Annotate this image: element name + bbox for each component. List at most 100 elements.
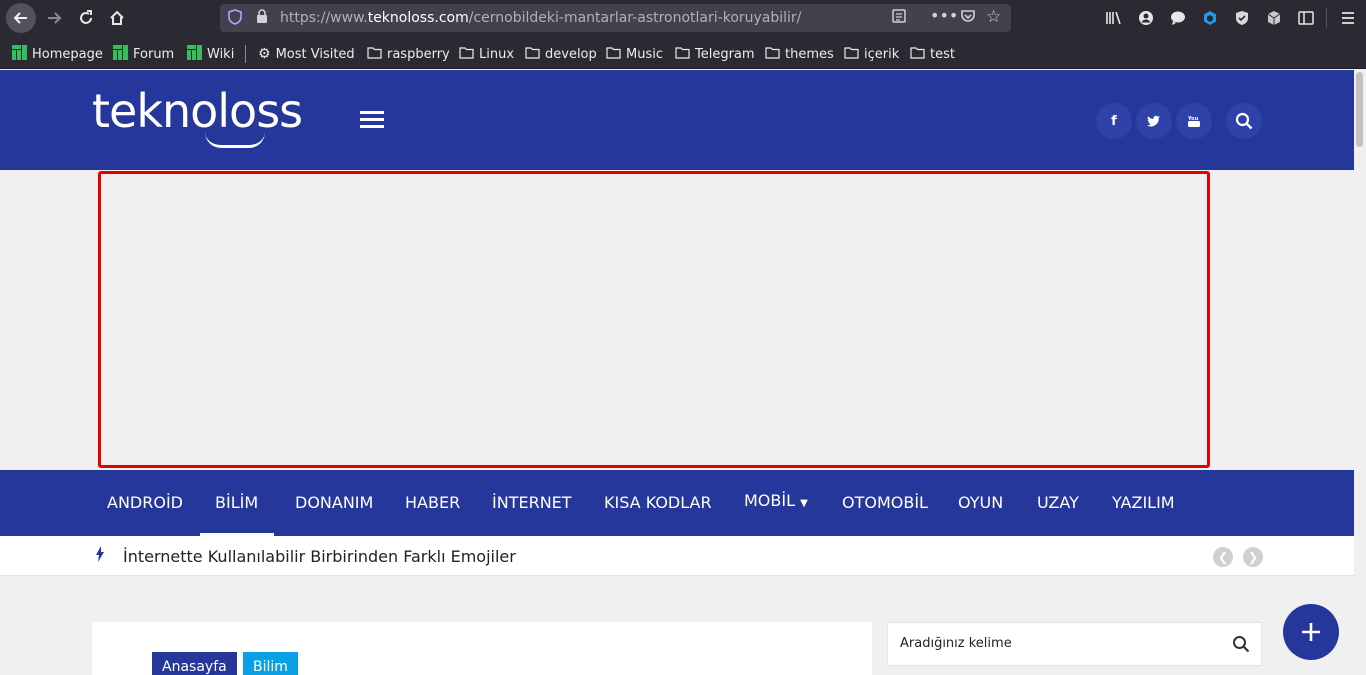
bookmark-label: Wiki (207, 46, 235, 62)
folder-icon (525, 46, 540, 63)
chat-bubble-icon (1171, 11, 1185, 25)
nav-item-uzay[interactable]: UZAY (1037, 493, 1079, 512)
more-actions-icon[interactable]: ••• (930, 6, 958, 25)
nav-item-kisa-kodlar[interactable]: KISA KODLAR (604, 493, 712, 512)
bookmark-folder-test[interactable]: test (910, 45, 955, 63)
bookmark-label: Forum (133, 46, 175, 62)
nav-item-bilim[interactable]: BİLİM (215, 493, 258, 512)
home-button[interactable] (103, 5, 131, 31)
bookmark-wiki[interactable]: Wiki (187, 44, 235, 63)
bookmark-label: Telegram (695, 46, 755, 62)
shield-icon[interactable] (228, 9, 242, 29)
bookmarks-bar: Homepage Forum Wiki ⚙ Most Visited raspb… (0, 37, 1366, 69)
bookmark-most-visited[interactable]: ⚙ Most Visited (258, 45, 355, 63)
ticker-next-icon[interactable]: ❯ (1243, 547, 1263, 567)
search-icon[interactable] (1232, 635, 1250, 657)
hamburger-icon (1342, 12, 1354, 24)
caret-down-icon: ▼ (800, 498, 808, 509)
nav-item-label: MOBİL (744, 491, 796, 510)
web-page: teknoloss f You ANDROİD BİLİM DONANIM HA… (0, 70, 1354, 675)
scrollbar-thumb[interactable] (1356, 72, 1363, 147)
cube-icon (1267, 11, 1281, 25)
menu-toggle-icon[interactable] (360, 111, 384, 132)
nav-item-oyun[interactable]: OYUN (958, 493, 1003, 512)
account-button[interactable] (1132, 5, 1160, 31)
adblock-button[interactable] (1228, 5, 1256, 31)
back-button[interactable] (6, 3, 36, 33)
sidebar-search-box (887, 622, 1262, 666)
reload-button[interactable] (72, 5, 100, 31)
manjaro-icon (113, 44, 128, 64)
folder-icon (675, 46, 690, 63)
facebook-icon[interactable]: f (1096, 103, 1132, 139)
sidebar-search-input[interactable] (900, 636, 1220, 651)
chat-extension-button[interactable] (1164, 5, 1192, 31)
bookmark-folder-develop[interactable]: develop (525, 45, 597, 63)
reader-view-icon[interactable] (892, 9, 906, 27)
bookmark-homepage[interactable]: Homepage (12, 44, 103, 63)
folder-icon (844, 46, 859, 63)
library-icon (1106, 11, 1121, 25)
cube-extension-button[interactable] (1260, 5, 1288, 31)
bookmark-label: Music (626, 46, 663, 62)
arrow-left-icon (13, 12, 27, 24)
bookmark-label: themes (785, 46, 834, 62)
breadcrumb-home[interactable]: Anasayfa (152, 652, 237, 675)
bolt-icon (95, 546, 105, 566)
url-text: https://www.teknoloss.com/cernobildeki-m… (280, 10, 801, 26)
forward-button[interactable] (40, 5, 68, 31)
bookmark-folder-telegram[interactable]: Telegram (675, 45, 755, 63)
nav-item-otomobil[interactable]: OTOMOBİL (842, 493, 928, 512)
bookmark-forum[interactable]: Forum (113, 44, 175, 64)
ticker-headline[interactable]: İnternette Kullanılabilir Birbirinden Fa… (123, 547, 516, 566)
bookmark-folder-music[interactable]: Music (606, 45, 663, 63)
star-icon[interactable]: ☆ (986, 7, 1001, 27)
lock-icon[interactable] (256, 9, 268, 27)
nav-item-haber[interactable]: HABER (405, 493, 460, 512)
main-nav: ANDROİD BİLİM DONANIM HABER İNTERNET KIS… (0, 470, 1354, 536)
nav-item-mobil[interactable]: MOBİL ▼ (744, 491, 808, 510)
ad-placeholder (98, 171, 1210, 468)
bookmark-label: raspberry (387, 46, 450, 62)
news-ticker: İnternette Kullanılabilir Birbirinden Fa… (0, 536, 1354, 576)
folder-icon (606, 46, 621, 63)
breadcrumb-category[interactable]: Bilim (243, 652, 298, 675)
nav-item-donanim[interactable]: DONANIM (295, 493, 373, 512)
pocket-icon[interactable] (960, 9, 976, 27)
article-card: Anasayfa Bilim (92, 622, 872, 675)
ticker-prev-icon[interactable]: ❮ (1213, 547, 1233, 567)
reload-icon (80, 10, 92, 24)
library-button[interactable] (1100, 5, 1128, 31)
nav-item-internet[interactable]: İNTERNET (492, 493, 572, 512)
site-logo[interactable]: teknoloss (92, 84, 303, 138)
youtube-icon[interactable]: You (1176, 103, 1212, 139)
url-bar[interactable]: https://www.teknoloss.com/cernobildeki-m… (220, 4, 1011, 32)
gear-icon: ⚙ (258, 46, 271, 62)
search-icon[interactable] (1226, 103, 1262, 139)
extension-button-blue[interactable] (1196, 5, 1224, 31)
folder-icon (910, 46, 925, 63)
bookmark-folder-icerik[interactable]: içerik (844, 45, 899, 63)
site-header: teknoloss f You (0, 70, 1354, 170)
toolbar-divider (1326, 8, 1327, 28)
nav-item-yazilim[interactable]: YAZILIM (1112, 493, 1175, 512)
nav-item-android[interactable]: ANDROİD (107, 493, 183, 512)
sidebar-toggle-button[interactable] (1292, 5, 1320, 31)
page-scrollbar[interactable] (1354, 70, 1366, 675)
plus-fab-button[interactable] (1283, 604, 1339, 660)
url-domain: teknoloss.com (367, 10, 469, 26)
bookmark-label: develop (545, 46, 597, 62)
menu-button[interactable] (1334, 5, 1362, 31)
twitter-icon[interactable] (1136, 103, 1172, 139)
browser-toolbar: https://www.teknoloss.com/cernobildeki-m… (0, 0, 1366, 37)
url-path: /cernobildeki-mantarlar-astronotlari-kor… (468, 10, 802, 26)
bookmark-folder-themes[interactable]: themes (765, 45, 834, 63)
hexagon-icon (1204, 11, 1216, 25)
arrow-right-icon (48, 12, 62, 24)
folder-icon (367, 46, 382, 63)
bookmark-folder-raspberry[interactable]: raspberry (367, 45, 450, 63)
url-prefix: https://www. (280, 10, 368, 26)
bookmark-folder-linux[interactable]: Linux (459, 45, 514, 63)
shield-check-icon (1236, 11, 1248, 25)
account-icon (1139, 11, 1153, 25)
